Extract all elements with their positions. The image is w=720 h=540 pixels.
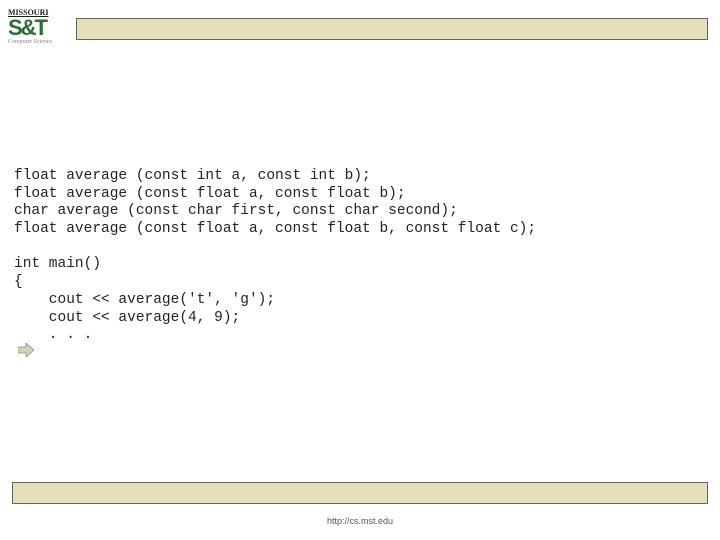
code-block: float average (const int a, const int b)… xyxy=(14,168,536,345)
code-line: { xyxy=(14,274,23,290)
code-line: float average (const int a, const int b)… xyxy=(14,168,371,184)
code-line: float average (const float a, const floa… xyxy=(14,221,536,237)
footer-url: http://cs.mst.edu xyxy=(0,516,720,526)
code-line: float average (const float a, const floa… xyxy=(14,186,406,202)
code-line: char average (const char first, const ch… xyxy=(14,203,458,219)
code-line: cout << average('t', 'g'); xyxy=(14,292,275,308)
code-line: . . . xyxy=(14,327,92,343)
logo: MISSOURI S&T Computer Science xyxy=(8,8,68,45)
code-line: int main() xyxy=(14,256,101,272)
right-arrow-icon xyxy=(18,343,34,357)
logo-st: S&T xyxy=(8,18,68,38)
bottom-divider-bar xyxy=(12,482,708,504)
top-divider-bar xyxy=(76,18,708,40)
code-line: cout << average(4, 9); xyxy=(14,310,240,326)
logo-department: Computer Science xyxy=(8,39,68,45)
